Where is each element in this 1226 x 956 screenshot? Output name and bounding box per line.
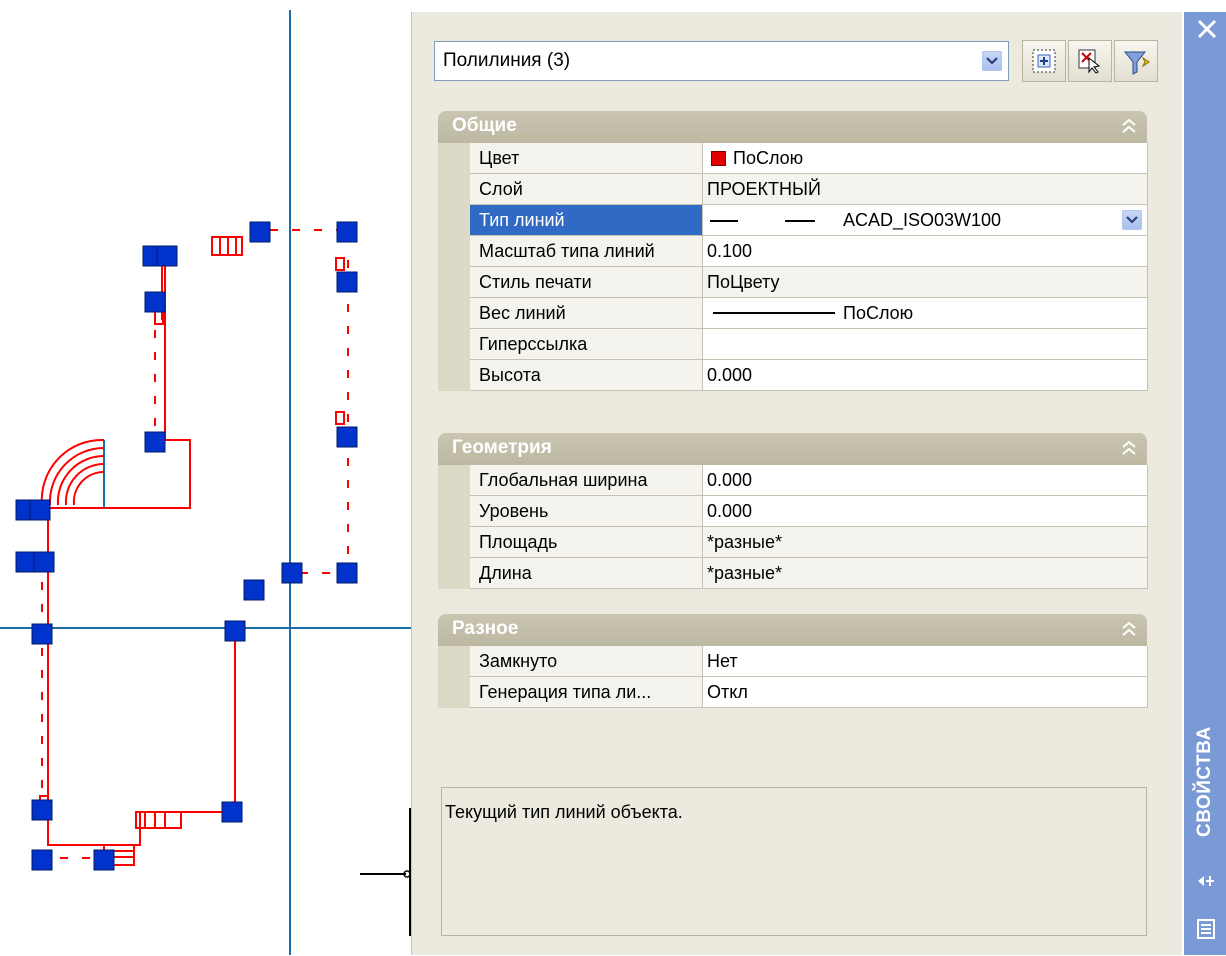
prop-row-thickness[interactable]: Высота 0.000 xyxy=(438,360,1148,391)
section-geometry-header[interactable]: Геометрия xyxy=(438,433,1147,465)
collapse-chevron-icon[interactable] xyxy=(1121,439,1137,457)
properties-menu-icon[interactable] xyxy=(1196,918,1216,940)
prop-name: Гиперссылка xyxy=(479,334,588,354)
palette-title: СВОЙСТВА xyxy=(1194,726,1215,837)
prop-name: Высота xyxy=(479,365,541,385)
close-icon[interactable] xyxy=(1196,18,1218,40)
prop-row-layer[interactable]: Слой ПРОЕКТНЫЙ xyxy=(438,174,1148,205)
prop-row-linetype-generation[interactable]: Генерация типа ли... Откл xyxy=(438,677,1148,708)
chevron-down-icon[interactable] xyxy=(1122,210,1142,230)
prop-row-closed[interactable]: Замкнуто Нет xyxy=(438,646,1148,677)
color-swatch-icon xyxy=(711,151,726,166)
prop-value: ACAD_ISO03W100 xyxy=(843,210,1002,230)
prop-name: Стиль печати xyxy=(479,272,592,292)
prop-value: ПоЦвету xyxy=(707,272,780,292)
description-text: Текущий тип линий объекта. xyxy=(445,802,683,822)
section-geometry-title: Геометрия xyxy=(452,437,552,458)
prop-name: Площадь xyxy=(479,532,558,552)
dashed-linetype-preview xyxy=(41,229,349,859)
collapse-chevron-icon[interactable] xyxy=(1121,620,1137,638)
prop-row-plot-style[interactable]: Стиль печати ПоЦвету xyxy=(438,267,1148,298)
prop-name: Слой xyxy=(479,179,523,199)
lineweight-preview xyxy=(713,312,835,314)
prop-value: 0.000 xyxy=(707,365,753,385)
grip-points xyxy=(15,221,358,871)
prop-name: Тип линий xyxy=(479,210,565,230)
prop-value: 0.000 xyxy=(707,501,753,521)
prop-row-global-width[interactable]: Глобальная ширина 0.000 xyxy=(438,465,1148,496)
quick-select-button[interactable] xyxy=(1114,40,1158,82)
prop-row-hyperlink[interactable]: Гиперссылка xyxy=(438,329,1148,360)
description-pane: Текущий тип линий объекта. xyxy=(441,787,1147,936)
prop-value: Нет xyxy=(707,651,738,671)
drawing-canvas[interactable] xyxy=(0,0,420,955)
linetype-preview xyxy=(710,220,738,222)
quick-select-icon xyxy=(1123,51,1150,75)
prop-row-linetype[interactable]: Тип линий ACAD_ISO03W100 xyxy=(438,205,1148,236)
section-misc-header[interactable]: Разное xyxy=(438,614,1147,646)
prop-value: 0.000 xyxy=(707,470,753,490)
prop-row-area[interactable]: Площадь *разные* xyxy=(438,527,1148,558)
prop-name: Замкнуто xyxy=(479,651,558,671)
prop-value: ПоСлою xyxy=(843,303,914,323)
chevron-down-icon[interactable] xyxy=(982,51,1002,71)
prop-value: Откл xyxy=(707,682,748,702)
select-objects-icon xyxy=(1078,49,1101,74)
prop-name: Масштаб типа линий xyxy=(479,241,655,261)
object-type-dropdown[interactable]: Полилиния (3) xyxy=(434,41,1009,81)
prop-value: *разные* xyxy=(707,532,782,552)
section-misc-title: Разное xyxy=(452,618,519,639)
prop-row-length[interactable]: Длина *разные* xyxy=(438,558,1148,589)
prop-row-elevation[interactable]: Уровень 0.000 xyxy=(438,496,1148,527)
object-type-value: Полилиния (3) xyxy=(443,50,571,71)
prop-value: 0.100 xyxy=(707,241,753,261)
prop-value: ПРОЕКТНЫЙ xyxy=(707,179,821,199)
pickadd-toggle-button[interactable] xyxy=(1022,40,1066,82)
prop-row-linetype-scale[interactable]: Масштаб типа линий 0.100 xyxy=(438,236,1148,267)
collapse-chevron-icon[interactable] xyxy=(1121,117,1137,135)
pickadd-toggle-icon xyxy=(1032,49,1056,73)
polyline-outline xyxy=(39,236,345,866)
prop-name: Цвет xyxy=(479,148,520,168)
prop-value: *разные* xyxy=(707,563,782,583)
prop-row-color[interactable]: Цвет ПоСлою xyxy=(438,143,1148,174)
select-objects-button[interactable] xyxy=(1068,40,1112,82)
prop-name: Вес линий xyxy=(479,303,566,323)
section-general-title: Общие xyxy=(452,115,517,136)
prop-value: ПоСлою xyxy=(733,148,804,168)
prop-name: Глобальная ширина xyxy=(479,470,648,490)
autohide-icon[interactable] xyxy=(1196,872,1216,890)
section-general-header[interactable]: Общие xyxy=(438,111,1147,143)
prop-name: Длина xyxy=(479,563,532,583)
prop-row-lineweight[interactable]: Вес линий ПоСлою xyxy=(438,298,1148,329)
prop-name: Уровень xyxy=(479,501,549,521)
prop-name: Генерация типа ли... xyxy=(479,682,652,702)
